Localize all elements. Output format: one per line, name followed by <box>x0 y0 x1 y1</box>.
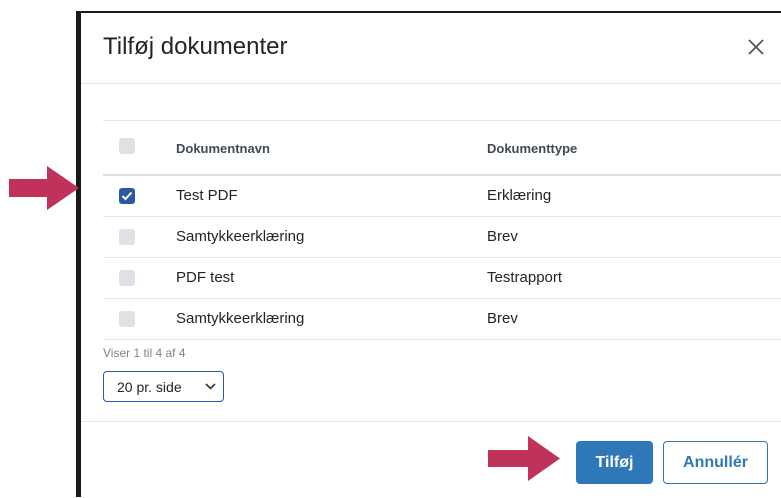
row-checkbox[interactable] <box>119 311 135 327</box>
row-checkbox[interactable] <box>119 270 135 286</box>
cell-document-name: Test PDF <box>176 187 238 204</box>
cell-document-name: PDF test <box>176 269 235 286</box>
modal-header: Tilføj dokumenter <box>81 13 781 84</box>
row-checkbox[interactable] <box>119 188 135 204</box>
select-all-checkbox[interactable] <box>119 138 135 154</box>
cell-document-name: Samtykkeerklæring <box>176 228 305 245</box>
table-row[interactable]: Samtykkeerklæring Brev <box>103 299 781 340</box>
cell-document-type: Testrapport <box>487 269 563 286</box>
add-documents-modal: Tilføj dokumenter Dokumentnavn Dokumentt… <box>81 13 781 497</box>
table-header-row: Dokumentnavn Dokumenttype <box>103 121 781 176</box>
table-row[interactable]: Samtykkeerklæring Brev <box>103 217 781 258</box>
cell-document-name: Samtykkeerklæring <box>176 310 305 327</box>
page-size-value: 20 pr. side <box>117 379 182 395</box>
cell-document-type: Brev <box>487 310 518 327</box>
pagination-info: Viser 1 til 4 af 4 <box>103 346 186 360</box>
right-arrow-icon <box>9 166 79 210</box>
cell-document-type: Brev <box>487 228 518 245</box>
column-header-name[interactable]: Dokumentnavn <box>176 141 270 156</box>
close-icon[interactable] <box>743 34 769 60</box>
checkmark-icon <box>121 191 133 201</box>
table-row[interactable]: PDF test Testrapport <box>103 258 781 299</box>
row-checkbox[interactable] <box>119 229 135 245</box>
modal-title: Tilføj dokumenter <box>103 33 288 60</box>
add-button[interactable]: Tilføj <box>576 441 653 484</box>
column-header-type[interactable]: Dokumenttype <box>487 141 577 156</box>
modal-footer: Tilføj Annullér <box>81 421 781 498</box>
chevron-down-icon <box>205 383 216 390</box>
cancel-button[interactable]: Annullér <box>663 441 768 484</box>
cell-document-type: Erklæring <box>487 187 552 204</box>
page-size-select[interactable]: 20 pr. side <box>103 371 224 402</box>
right-arrow-icon <box>488 436 560 481</box>
documents-table: Dokumentnavn Dokumenttype Test PDF Erklæ… <box>103 120 781 340</box>
table-row[interactable]: Test PDF Erklæring <box>103 176 781 217</box>
